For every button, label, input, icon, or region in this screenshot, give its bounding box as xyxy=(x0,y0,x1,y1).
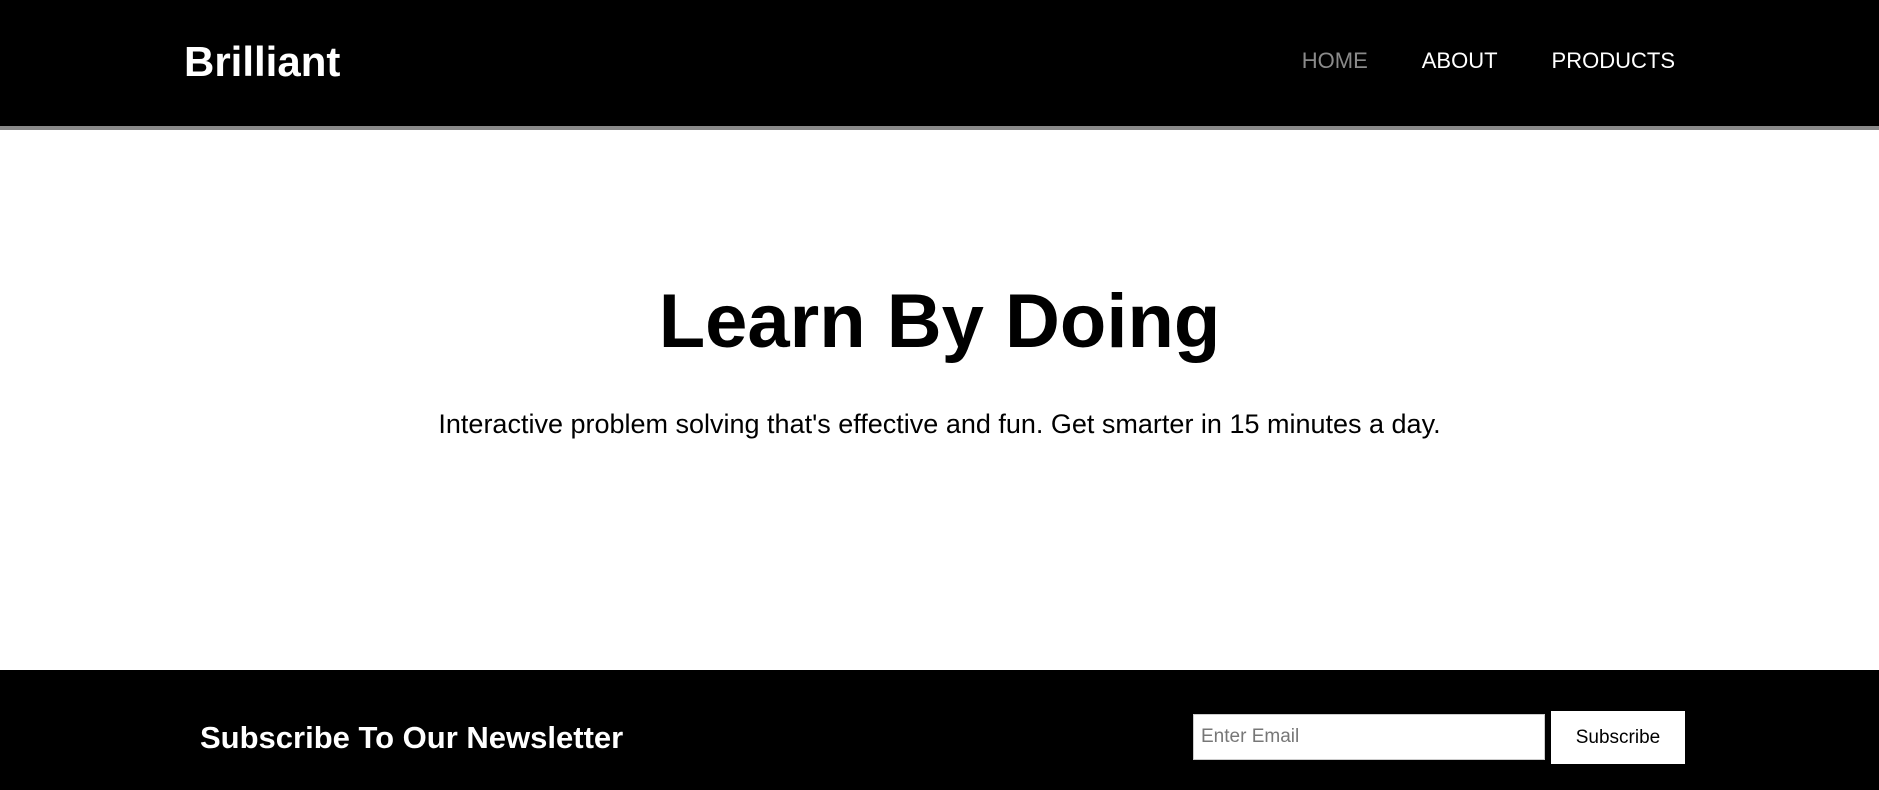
hero-title: Learn By Doing xyxy=(658,279,1221,364)
site-header: Brilliant HOME ABOUT PRODUCTS xyxy=(0,0,1879,130)
nav-item-home[interactable]: HOME xyxy=(1302,48,1368,74)
email-input[interactable] xyxy=(1193,714,1545,760)
newsletter-title: Subscribe To Our Newsletter xyxy=(200,720,624,755)
main-nav: HOME ABOUT PRODUCTS xyxy=(1302,48,1675,74)
nav-item-about[interactable]: ABOUT xyxy=(1422,48,1498,74)
nav-item-products[interactable]: PRODUCTS xyxy=(1552,48,1675,74)
hero-subtitle: Interactive problem solving that's effec… xyxy=(438,409,1441,439)
subscribe-button[interactable]: Subscribe xyxy=(1551,711,1685,764)
hero-section: Learn By Doing Interactive problem solvi… xyxy=(0,130,1879,670)
newsletter-footer: Subscribe To Our Newsletter Subscribe xyxy=(0,670,1879,790)
brand-logo[interactable]: Brilliant xyxy=(184,38,340,86)
